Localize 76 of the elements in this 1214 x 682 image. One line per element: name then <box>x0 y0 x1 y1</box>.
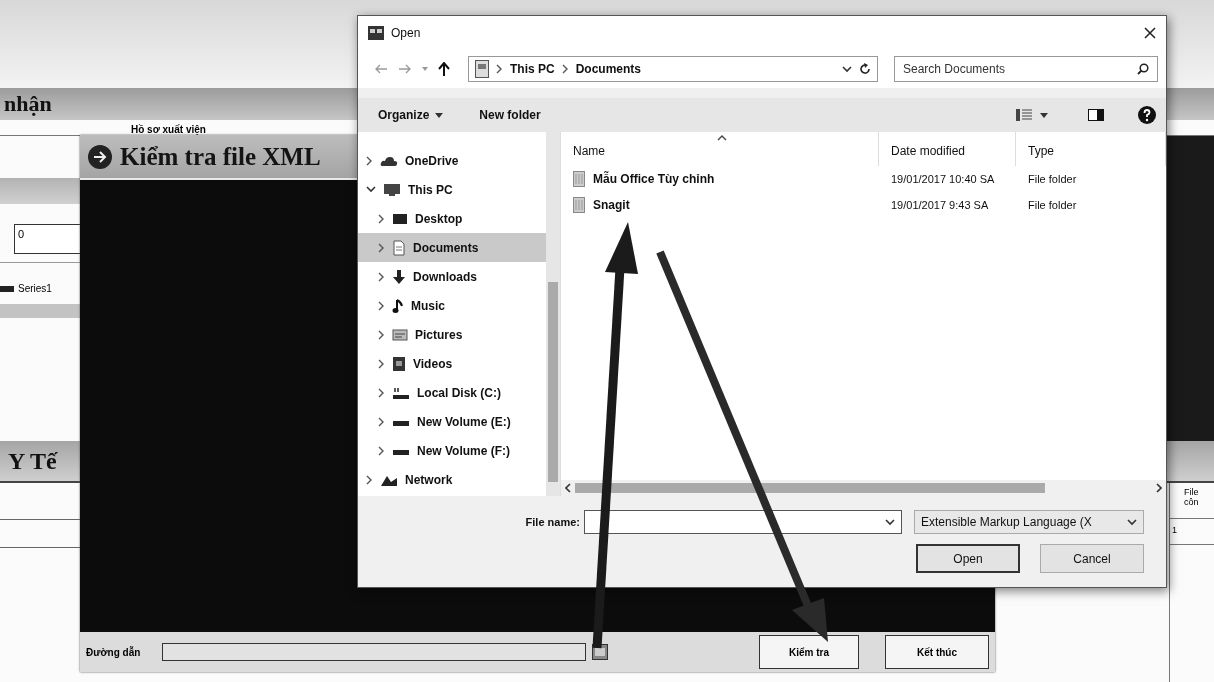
nav-item[interactable]: New Volume (E:) <box>358 407 546 436</box>
sort-caret-icon <box>717 135 727 141</box>
search-icon <box>1137 63 1149 75</box>
pictures-icon <box>392 327 408 342</box>
nav-item[interactable]: Pictures <box>358 320 546 349</box>
type-cell-text: File folder <box>1027 199 1078 211</box>
arrow-circle-icon <box>88 144 112 169</box>
help-icon[interactable] <box>1138 106 1156 124</box>
chevron-right-icon <box>496 64 503 74</box>
up-arrow-icon[interactable] <box>438 62 450 76</box>
input-field[interactable]: 0 <box>14 224 80 254</box>
nav-item[interactable]: OneDrive <box>358 146 546 175</box>
download-icon <box>392 268 406 285</box>
legend-swatch-icon <box>0 285 14 292</box>
cloud-icon <box>380 154 398 167</box>
folder-icon <box>573 197 585 213</box>
group-label: Hồ sơ xuất viện <box>128 124 209 135</box>
address-bar[interactable]: This PC Documents <box>468 56 878 82</box>
desktop-icon <box>392 211 408 226</box>
chevron-down-icon <box>842 65 852 73</box>
search-field[interactable]: Search Documents <box>894 56 1158 82</box>
back-arrow-icon[interactable] <box>374 64 388 74</box>
chevron-down-icon <box>885 518 895 526</box>
caret-down-icon <box>1040 112 1048 118</box>
chevron-down-icon <box>1127 518 1137 526</box>
column-header[interactable]: Type <box>1016 132 1166 166</box>
chevron-right-icon[interactable] <box>1156 483 1162 493</box>
nav-item[interactable]: Desktop <box>358 204 546 233</box>
dialog-button[interactable]: Open <box>916 544 1020 573</box>
caret-down-icon <box>435 112 444 118</box>
breadcrumb-item[interactable]: This PC <box>510 62 555 76</box>
column-header: File côn <box>1170 483 1214 519</box>
nav-item[interactable]: Documents <box>358 233 546 262</box>
date-cell-text: 19/01/2017 10:40 SA <box>890 173 996 185</box>
window-icon <box>368 26 384 40</box>
file-type-dropdown[interactable]: Extensible Markup Language (X <box>914 510 1144 534</box>
nav-item[interactable]: Videos <box>358 349 546 378</box>
scrollbar-thumb[interactable] <box>548 282 558 482</box>
forward-arrow-icon[interactable] <box>398 64 412 74</box>
view-options-icon[interactable] <box>1016 108 1032 122</box>
breadcrumb-item[interactable]: Documents <box>575 62 641 76</box>
legend-label: Series1 <box>18 283 52 294</box>
dialog-button[interactable]: Cancel <box>1040 544 1144 573</box>
file-name[interactable]: Mẫu Office Tùy chỉnh <box>593 172 715 186</box>
disk-icon <box>392 385 410 400</box>
dialog-title: Open <box>391 26 421 40</box>
caret-down-icon[interactable] <box>422 67 428 71</box>
column-header[interactable]: Name <box>561 132 879 166</box>
folder-icon <box>573 171 585 187</box>
table-cell: 1 <box>1170 519 1214 545</box>
chevron-left-icon[interactable] <box>565 483 571 493</box>
close-icon[interactable] <box>1144 27 1156 39</box>
path-label: Đường dẫn <box>86 646 142 658</box>
computer-icon <box>383 182 401 197</box>
nav-item[interactable]: Local Disk (C:) <box>358 378 546 407</box>
document-icon <box>392 239 406 256</box>
column-header[interactable]: Date modified <box>879 132 1016 166</box>
file-name-label: File name: <box>525 516 580 528</box>
date-cell-text: 19/01/2017 9:43 SA <box>890 199 990 211</box>
chevron-right-icon <box>561 64 569 74</box>
action-button[interactable]: Kết thúc <box>885 635 989 669</box>
preview-pane-icon[interactable] <box>1088 109 1104 121</box>
computer-icon <box>475 60 489 78</box>
nav-item[interactable]: This PC <box>358 175 546 204</box>
path-field[interactable] <box>162 643 586 661</box>
action-button[interactable]: Kiểm tra <box>759 635 859 669</box>
music-icon <box>392 297 404 314</box>
file-name-field[interactable] <box>584 510 902 534</box>
nav-item[interactable]: Downloads <box>358 262 546 291</box>
type-cell-text: File folder <box>1027 173 1078 185</box>
window-title: Kiểm tra file XML <box>120 142 321 171</box>
video-icon <box>392 355 406 372</box>
file-name[interactable]: Snagit <box>593 198 630 212</box>
scrollbar-thumb[interactable] <box>575 483 1045 493</box>
refresh-icon[interactable] <box>859 63 871 75</box>
nav-item[interactable]: Music <box>358 291 546 320</box>
